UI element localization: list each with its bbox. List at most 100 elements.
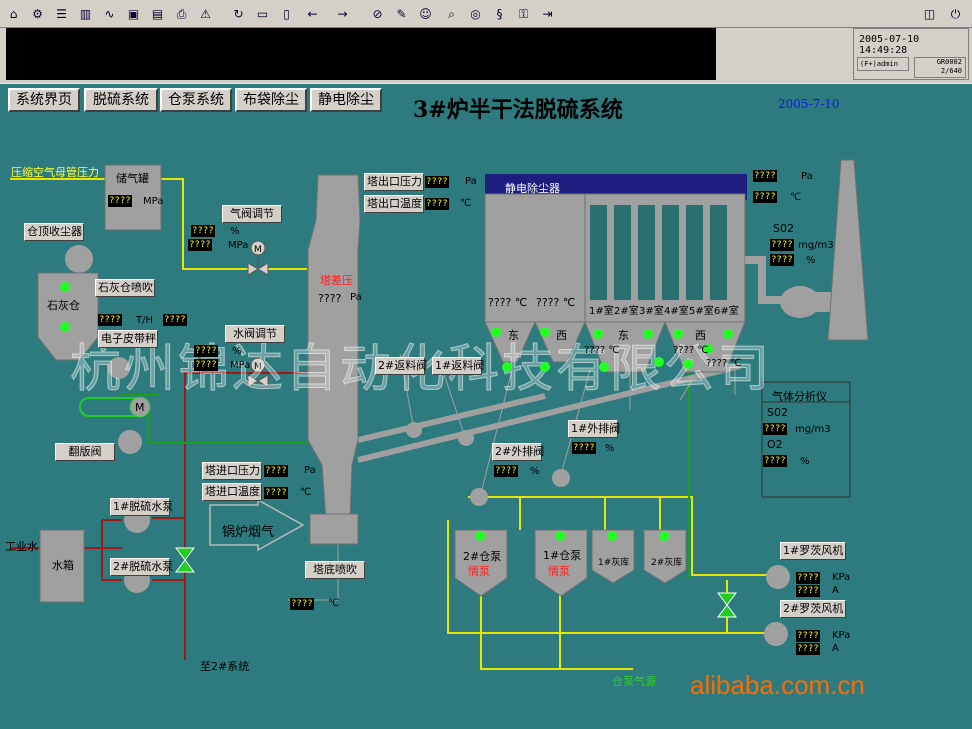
vent-valve1-unit: % (605, 443, 615, 454)
gas-tank-unit: MPa (143, 196, 164, 207)
ash-bin2-status (659, 531, 669, 541)
hopper-temp3: ???? ℃ (706, 358, 742, 369)
ash-bin2-label: 2#灰库 (651, 558, 683, 568)
page-title: 3#炉半干法脱硫系统 (413, 97, 623, 123)
gas-valve-mpa: MPa (228, 240, 249, 251)
room3-label: 3#室 (639, 306, 664, 317)
esp-label: 静电除尘器 (505, 182, 560, 195)
water-valve-pct: % (232, 346, 242, 357)
lime-silo-blow-button[interactable]: 石灰仓喷吹 (95, 279, 155, 297)
hopper3-status (593, 329, 603, 339)
stack-so2-pct-unit: % (806, 255, 816, 266)
tower-in-pressure-label[interactable]: 塔进口压力 (202, 462, 262, 480)
blower2-pressure: ???? (796, 630, 820, 642)
analyzer-so2-label: S02 (767, 406, 788, 419)
tower-out-pressure-value: ???? (425, 176, 449, 188)
hopper-temp1: ???? ℃ (584, 345, 620, 356)
stack-pressure-unit: Pa (801, 171, 813, 182)
hopper4-status (643, 329, 653, 339)
pump1-button[interactable]: 1#脱硫水泵 (110, 498, 173, 516)
water-valve-pressure: ???? (194, 359, 218, 371)
vent-valve1-value: ???? (572, 442, 596, 454)
bin-pump1-label: 1#仓泵 (543, 549, 582, 562)
water-valve-mpa: MPa (230, 360, 251, 371)
gas-valve-button[interactable]: 气阀调节 (222, 205, 282, 223)
flap-valve-button[interactable]: 翻版阀 (55, 443, 115, 461)
hopper5-low-status (683, 359, 693, 369)
room1-label: 1#室 (589, 306, 614, 317)
analyzer-o2-value: ???? (763, 455, 787, 467)
gas-valve-opening: ???? (191, 225, 215, 237)
vent-valve1-button[interactable]: 1#外排阀 (568, 420, 620, 438)
tab-desulfurization[interactable]: 脱硫系统 (84, 88, 158, 112)
vent-valve2-unit: % (530, 466, 540, 477)
pump2-button[interactable]: 2#脱硫水泵 (110, 558, 173, 576)
return-valve2-button[interactable]: 2#返料阀 (375, 357, 427, 375)
bin-pump1-state: 情泵 (548, 565, 570, 578)
hopper3-low-status (599, 362, 609, 372)
to-system2-label: 至2#系统 (200, 660, 250, 673)
hopper1-low-status (502, 362, 512, 372)
tower-dp-unit: Pa (350, 292, 362, 303)
ash-bin1-label: 1#灰库 (598, 558, 630, 568)
analyzer-so2-unit: mg/m3 (795, 424, 831, 435)
blower2-current-unit: A (832, 643, 839, 654)
tower-out-pressure-label[interactable]: 塔出口压力 (364, 173, 424, 191)
gas-tank-pressure: ???? (108, 195, 132, 207)
blower2-current: ???? (796, 643, 820, 655)
blower2-button[interactable]: 2#罗茨风机 (780, 600, 846, 618)
hopper-west-label: 西 (556, 329, 567, 342)
hopper-east-label: 东 (508, 329, 519, 342)
hopper4-low-status (654, 357, 664, 367)
vent-valve2-button[interactable]: 2#外排阀 (492, 443, 544, 461)
belt-scale-button[interactable]: 电子皮带秤 (98, 330, 158, 348)
gas-valve-pct: % (230, 226, 240, 237)
tower-in-pressure-unit: Pa (304, 465, 316, 476)
vent-valve2-value: ???? (494, 465, 518, 477)
hopper2-low-status (540, 362, 550, 372)
tower-bottom-temp-unit: ℃ (328, 598, 340, 609)
hopper2-status (540, 327, 550, 337)
analyzer-so2-value: ???? (763, 423, 787, 435)
lime-silo-status-top (60, 282, 70, 292)
tower-out-pressure-unit: Pa (465, 176, 477, 187)
analyzer-label: 气体分析仪 (772, 390, 827, 403)
tower-in-temp-label[interactable]: 塔进口温度 (202, 483, 262, 501)
lime-silo-status-bottom (60, 322, 70, 332)
stack-temp-unit: ℃ (790, 192, 802, 203)
pump-gas-label: 仓泵气源 (612, 675, 656, 688)
brand-mark: alibaba.com.cn (690, 670, 865, 700)
water-tank-label: 水箱 (52, 559, 74, 572)
hopper-west2-label: 西 (695, 329, 706, 342)
return-valve1-button[interactable]: 1#返料阀 (432, 357, 484, 375)
blower1-button[interactable]: 1#罗茨风机 (780, 542, 846, 560)
esp-field1-value: ???? ℃ (488, 296, 528, 309)
tower-in-temp-value: ???? (264, 487, 288, 499)
room6-label: 6#室 (714, 306, 739, 317)
page-date: 2005-7-10 (778, 97, 840, 111)
blower1-pressure: ???? (796, 572, 820, 584)
stack-pressure-value: ???? (753, 170, 777, 182)
bin-pump2-status (475, 531, 485, 541)
tower-out-temp-label[interactable]: 塔出口温度 (364, 195, 424, 213)
hopper5-status (673, 329, 683, 339)
tab-bag-filter[interactable]: 布袋除尘 (235, 88, 307, 112)
gas-valve-pressure: ???? (188, 239, 212, 251)
tab-bin-pump[interactable]: 仓泵系统 (160, 88, 232, 112)
analyzer-o2-unit: % (800, 456, 810, 467)
tower-out-temp-unit: ℃ (460, 198, 472, 209)
tower-bottom-blow-button[interactable]: 塔底喷吹 (305, 561, 365, 579)
water-valve-button[interactable]: 水阀调节 (225, 325, 285, 343)
analyzer-o2-label: O2 (767, 438, 783, 451)
room5-label: 5#室 (689, 306, 714, 317)
hopper-east2-label: 东 (618, 329, 629, 342)
svg-text:M: M (254, 245, 262, 255)
tab-esp[interactable]: 静电除尘 (310, 88, 382, 112)
lime-silo-label: 石灰仓 (47, 299, 80, 312)
tab-system-home[interactable]: 系统界页 (8, 88, 80, 112)
blower1-current: ???? (796, 585, 820, 597)
industrial-water-label: 工业水 (5, 540, 38, 553)
silo-dust-collector-button[interactable]: 仓顶收尘器 (24, 223, 84, 241)
gas-tank-label: 储气罐 (116, 172, 149, 185)
stack-so2-unit: mg/m3 (798, 240, 834, 251)
